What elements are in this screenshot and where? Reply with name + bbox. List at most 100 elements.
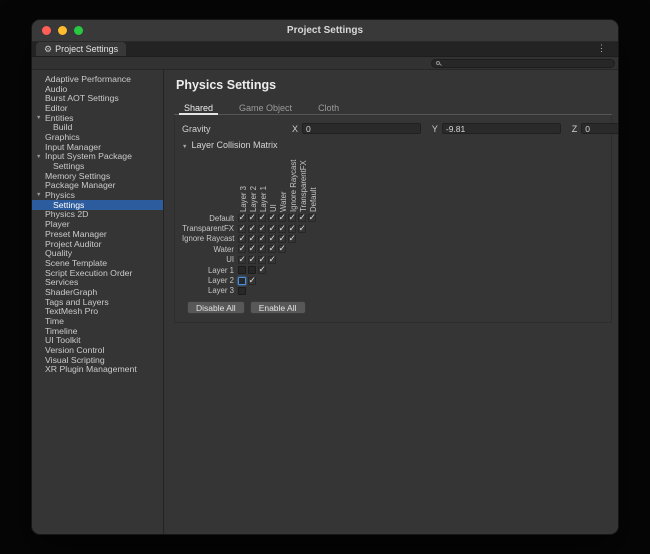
sidebar-item-time[interactable]: Time xyxy=(32,316,163,326)
sidebar-item-tags-and-layers[interactable]: Tags and Layers xyxy=(32,297,163,307)
gravity-input-z[interactable] xyxy=(581,123,618,134)
zoom-button[interactable] xyxy=(74,26,83,35)
collision-checkbox[interactable] xyxy=(268,235,276,243)
sidebar-item-label: Script Execution Order xyxy=(45,268,132,278)
collision-checkbox[interactable] xyxy=(278,214,286,222)
sidebar-item-build[interactable]: Build xyxy=(32,122,163,132)
sidebar-item-shadergraph[interactable]: ShaderGraph xyxy=(32,287,163,297)
sidebar-item-quality[interactable]: Quality xyxy=(32,248,163,258)
collision-checkbox[interactable] xyxy=(288,235,296,243)
collision-checkbox[interactable] xyxy=(298,225,306,233)
collision-checkbox[interactable] xyxy=(268,256,276,264)
search-input[interactable] xyxy=(443,59,610,68)
tab-game-object[interactable]: Game Object xyxy=(239,101,292,114)
sidebar-item-settings[interactable]: Settings xyxy=(32,200,163,210)
titlebar[interactable]: Project Settings xyxy=(32,20,618,42)
collision-checkbox[interactable] xyxy=(268,214,276,222)
collision-checkbox[interactable] xyxy=(258,225,266,233)
collision-checkbox[interactable] xyxy=(288,214,296,222)
collision-checkbox[interactable] xyxy=(278,225,286,233)
gravity-input-y[interactable] xyxy=(442,123,561,134)
matrix-cell xyxy=(237,225,247,233)
matrix-row-label: Default xyxy=(182,214,237,223)
sidebar-item-scene-template[interactable]: Scene Template xyxy=(32,258,163,268)
collision-checkbox[interactable] xyxy=(248,245,256,253)
sidebar-item-project-auditor[interactable]: Project Auditor xyxy=(32,239,163,249)
sidebar-item-label: Settings xyxy=(53,200,84,210)
collision-checkbox[interactable] xyxy=(258,245,266,253)
collision-checkbox[interactable] xyxy=(248,266,256,274)
sidebar-item-editor[interactable]: Editor xyxy=(32,103,163,113)
minimize-button[interactable] xyxy=(58,26,67,35)
matrix-cell xyxy=(237,214,247,222)
collision-checkbox[interactable] xyxy=(248,225,256,233)
collision-checkbox[interactable] xyxy=(248,256,256,264)
sidebar-item-physics-2d[interactable]: Physics 2D xyxy=(32,210,163,220)
tab-project-settings[interactable]: ⚙ Project Settings xyxy=(36,42,126,56)
sidebar-item-physics[interactable]: Physics xyxy=(32,190,163,200)
sidebar-item-settings[interactable]: Settings xyxy=(32,161,163,171)
collision-checkbox[interactable] xyxy=(258,256,266,264)
collision-checkbox[interactable] xyxy=(238,277,246,285)
tab-shared[interactable]: Shared xyxy=(184,101,213,114)
collision-checkbox[interactable] xyxy=(248,277,256,285)
sidebar-item-graphics[interactable]: Graphics xyxy=(32,132,163,142)
sidebar-item-audio[interactable]: Audio xyxy=(32,84,163,94)
enable-all-button[interactable]: Enable All xyxy=(250,301,306,314)
collision-checkbox[interactable] xyxy=(248,235,256,243)
collision-checkbox[interactable] xyxy=(238,235,246,243)
matrix-cell xyxy=(297,225,307,233)
sidebar-item-adaptive-performance[interactable]: Adaptive Performance xyxy=(32,74,163,84)
collision-checkbox[interactable] xyxy=(308,214,316,222)
disable-all-button[interactable]: Disable All xyxy=(187,301,245,314)
sidebar-item-visual-scripting[interactable]: Visual Scripting xyxy=(32,355,163,365)
sidebar-item-textmesh-pro[interactable]: TextMesh Pro xyxy=(32,307,163,317)
matrix-cell xyxy=(307,214,317,222)
matrix-cell xyxy=(247,277,257,285)
gravity-input-x[interactable] xyxy=(302,123,421,134)
collision-checkbox[interactable] xyxy=(238,287,246,295)
sidebar-item-package-manager[interactable]: Package Manager xyxy=(32,181,163,191)
collision-checkbox[interactable] xyxy=(238,256,246,264)
collision-checkbox[interactable] xyxy=(278,235,286,243)
matrix-column-label: Layer 3 xyxy=(239,186,248,212)
collision-checkbox[interactable] xyxy=(248,214,256,222)
collision-checkbox[interactable] xyxy=(258,266,266,274)
close-button[interactable] xyxy=(42,26,51,35)
sidebar-item-timeline[interactable]: Timeline xyxy=(32,326,163,336)
sidebar-item-input-system-package[interactable]: Input System Package xyxy=(32,152,163,162)
layer-collision-matrix-foldout[interactable]: Layer Collision Matrix xyxy=(182,139,606,151)
sidebar-item-preset-manager[interactable]: Preset Manager xyxy=(32,229,163,239)
collision-checkbox[interactable] xyxy=(288,225,296,233)
collision-checkbox[interactable] xyxy=(268,225,276,233)
tab-cloth[interactable]: Cloth xyxy=(318,101,339,114)
sidebar-item-input-manager[interactable]: Input Manager xyxy=(32,142,163,152)
search-box[interactable] xyxy=(431,59,615,69)
sidebar-item-memory-settings[interactable]: Memory Settings xyxy=(32,171,163,181)
sidebar-item-entities[interactable]: Entities xyxy=(32,113,163,123)
collision-checkbox[interactable] xyxy=(238,245,246,253)
sidebar-item-burst-aot-settings[interactable]: Burst AOT Settings xyxy=(32,93,163,103)
sidebar-item-version-control[interactable]: Version Control xyxy=(32,345,163,355)
collision-checkbox[interactable] xyxy=(238,266,246,274)
sidebar-item-player[interactable]: Player xyxy=(32,219,163,229)
sidebar-item-services[interactable]: Services xyxy=(32,277,163,287)
matrix-row-label: UI xyxy=(182,255,237,264)
physics-tab-strip: Shared Game Object Cloth xyxy=(174,101,612,115)
matrix-cell xyxy=(267,245,277,253)
collision-checkbox[interactable] xyxy=(278,245,286,253)
collision-checkbox[interactable] xyxy=(268,245,276,253)
collision-checkbox[interactable] xyxy=(258,235,266,243)
collision-checkbox[interactable] xyxy=(238,214,246,222)
matrix-cell xyxy=(257,266,267,274)
collision-checkbox[interactable] xyxy=(298,214,306,222)
collision-checkbox[interactable] xyxy=(258,214,266,222)
matrix-column: Default xyxy=(310,151,320,213)
sidebar-item-xr-plugin-management[interactable]: XR Plugin Management xyxy=(32,365,163,375)
kebab-menu-icon[interactable]: ⋮ xyxy=(597,44,606,53)
collision-checkbox[interactable] xyxy=(238,225,246,233)
sidebar-item-ui-toolkit[interactable]: UI Toolkit xyxy=(32,336,163,346)
sidebar-item-label: UI Toolkit xyxy=(45,335,81,345)
sidebar-item-script-execution-order[interactable]: Script Execution Order xyxy=(32,268,163,278)
matrix-column-label: Ignore Raycast xyxy=(289,160,298,212)
